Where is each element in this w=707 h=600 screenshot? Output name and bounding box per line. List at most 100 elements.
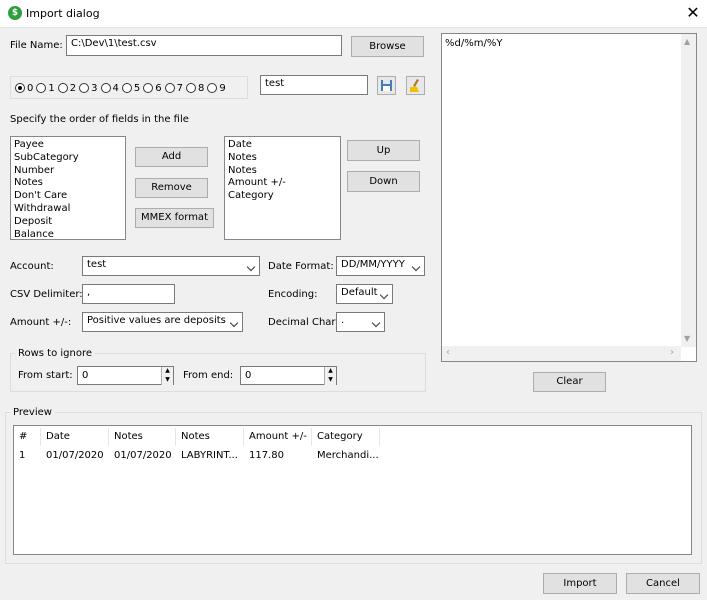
- selected-field-item[interactable]: Category: [228, 190, 337, 203]
- close-icon[interactable]: ✕: [683, 3, 703, 23]
- preset-radio-9[interactable]: 9: [207, 83, 226, 94]
- move-up-button[interactable]: Up: [347, 140, 420, 161]
- csv-delimiter-input[interactable]: ,: [82, 284, 175, 304]
- radio-dot-icon: [186, 83, 196, 93]
- preview-column-header[interactable]: Notes: [109, 428, 176, 446]
- vertical-scrollbar[interactable]: ▲ ▼: [681, 34, 696, 347]
- from-end-down-icon[interactable]: ▼: [324, 376, 336, 385]
- selected-field-item[interactable]: Notes: [228, 165, 337, 178]
- selected-field-item[interactable]: Date: [228, 139, 337, 152]
- from-start-up-icon[interactable]: ▲: [161, 367, 173, 376]
- selected-fields-list[interactable]: Date Notes Notes Amount +/- Category: [224, 136, 341, 240]
- preset-radio-1[interactable]: 1: [36, 83, 55, 94]
- date-mask-textarea[interactable]: %d/%m/%Y ▲ ▼ ‹ ›: [441, 33, 697, 362]
- date-mask-text: %d/%m/%Y: [445, 38, 503, 49]
- preset-radio-8[interactable]: 8: [186, 83, 204, 94]
- preset-radio-4[interactable]: 4: [100, 83, 119, 94]
- preset-radio-label: 6: [155, 82, 162, 94]
- save-preset-icon[interactable]: [377, 76, 396, 95]
- preset-radio-3[interactable]: 3: [79, 82, 98, 94]
- radio-dot-icon: [100, 83, 111, 93]
- preview-cell: 01/07/2020: [114, 450, 172, 461]
- from-end-spinner[interactable]: 0 ▲ ▼: [240, 366, 337, 385]
- radio-dot-icon: [164, 83, 175, 93]
- amount-label: Amount +/-:: [10, 317, 72, 328]
- encoding-select[interactable]: Default: [336, 284, 393, 304]
- preview-column-header[interactable]: #: [14, 428, 41, 446]
- move-down-button[interactable]: Down: [347, 171, 420, 192]
- cancel-button[interactable]: Cancel: [626, 573, 700, 594]
- encoding-label: Encoding:: [268, 289, 318, 300]
- preview-column-header[interactable]: Category: [312, 428, 380, 446]
- preview-cell: LABYRINT...: [181, 450, 238, 461]
- remove-field-button[interactable]: Remove: [135, 178, 208, 198]
- available-field-item[interactable]: Notes: [14, 177, 122, 190]
- available-field-item[interactable]: Withdrawal: [14, 203, 122, 216]
- from-start-spinner[interactable]: 0 ▲ ▼: [77, 366, 174, 385]
- horizontal-scrollbar[interactable]: ‹ ›: [442, 346, 681, 361]
- decimal-char-label: Decimal Char: [268, 317, 336, 328]
- preview-cell: 01/07/2020: [46, 450, 104, 461]
- from-start-down-icon[interactable]: ▼: [161, 376, 173, 385]
- title-bar: [0, 0, 707, 28]
- preset-radio-2[interactable]: 2: [57, 82, 77, 94]
- available-field-item[interactable]: Don't Care: [14, 190, 122, 203]
- preset-radio-7[interactable]: 7: [164, 82, 183, 94]
- preview-header-row: # Date Notes Notes Amount +/- Category: [14, 428, 691, 446]
- preset-radio-label: 7: [176, 82, 183, 94]
- preset-radio-5[interactable]: 5: [121, 83, 140, 94]
- preview-column-header[interactable]: Date: [41, 428, 109, 446]
- field-order-instruction: Specify the order of fields in the file: [10, 114, 189, 125]
- scroll-left-icon[interactable]: ‹: [446, 347, 450, 358]
- available-field-item[interactable]: Number: [14, 165, 122, 178]
- radio-dot-icon: [207, 83, 218, 93]
- preset-name-input[interactable]: test: [260, 75, 368, 95]
- available-field-item[interactable]: Payee: [14, 139, 122, 152]
- preview-cell: Merchandi...: [317, 450, 379, 461]
- selected-field-item[interactable]: Amount +/-: [228, 177, 337, 190]
- selected-field-item[interactable]: Notes: [228, 152, 337, 165]
- from-end-label: From end:: [183, 370, 234, 381]
- preset-radio-0[interactable]: 0: [15, 83, 33, 94]
- account-select[interactable]: test: [82, 256, 260, 276]
- scroll-up-icon[interactable]: ▲: [684, 37, 690, 46]
- import-button[interactable]: Import: [543, 573, 617, 594]
- from-start-label: From start:: [18, 370, 73, 381]
- clear-preset-icon[interactable]: [406, 76, 425, 95]
- clear-mask-button[interactable]: Clear: [533, 372, 606, 392]
- preview-column-header[interactable]: Amount +/-: [244, 428, 312, 446]
- preview-cell: 117.80: [249, 450, 284, 461]
- preset-radio-label: 3: [91, 82, 98, 94]
- preset-radio-6[interactable]: 6: [143, 82, 162, 94]
- preview-table[interactable]: # Date Notes Notes Amount +/- Category 1 01/07/…: [13, 425, 692, 555]
- scroll-down-icon[interactable]: ▼: [684, 334, 690, 343]
- available-fields-list[interactable]: Payee SubCategory Number Notes Don't Care Wit…: [10, 136, 126, 240]
- browse-button[interactable]: Browse: [351, 36, 424, 57]
- add-field-button[interactable]: Add: [135, 147, 208, 167]
- amount-sign-select[interactable]: Positive values are deposits: [82, 312, 243, 332]
- radio-dot-icon: [121, 83, 132, 93]
- preview-cell: 1: [19, 450, 26, 461]
- available-field-item[interactable]: Deposit: [14, 216, 122, 229]
- scroll-right-icon[interactable]: ›: [670, 347, 674, 358]
- radio-dot-icon: [36, 83, 47, 93]
- mmex-format-button[interactable]: MMEX format: [135, 208, 214, 228]
- available-field-item[interactable]: SubCategory: [14, 152, 122, 165]
- account-label: Account:: [10, 261, 54, 272]
- preview-column-header[interactable]: Notes: [176, 428, 244, 446]
- csv-delimiter-label: CSV Delimiter:: [10, 289, 83, 300]
- decimal-char-select[interactable]: .: [336, 312, 385, 332]
- available-field-item[interactable]: Balance: [14, 229, 122, 239]
- date-format-select[interactable]: DD/MM/YYYY: [336, 256, 425, 276]
- preset-radio-label: 2: [69, 82, 77, 94]
- app-icon: [8, 6, 22, 20]
- radio-dot-icon: [79, 83, 90, 93]
- from-end-up-icon[interactable]: ▲: [324, 367, 336, 376]
- radio-dot-icon: [143, 83, 154, 93]
- preview-title: Preview: [10, 407, 55, 418]
- preset-radio-label: 8: [198, 82, 205, 94]
- from-end-value: 0: [245, 370, 252, 381]
- file-name-input[interactable]: C:\Dev\1\test.csv: [66, 35, 342, 56]
- preview-row[interactable]: 1 01/07/2020 01/07/2020 LABYRINT... 117.80 Me…: [14, 447, 691, 465]
- preset-radio-group: 0 1 2 3 4 5 6 7 8 9: [15, 81, 229, 95]
